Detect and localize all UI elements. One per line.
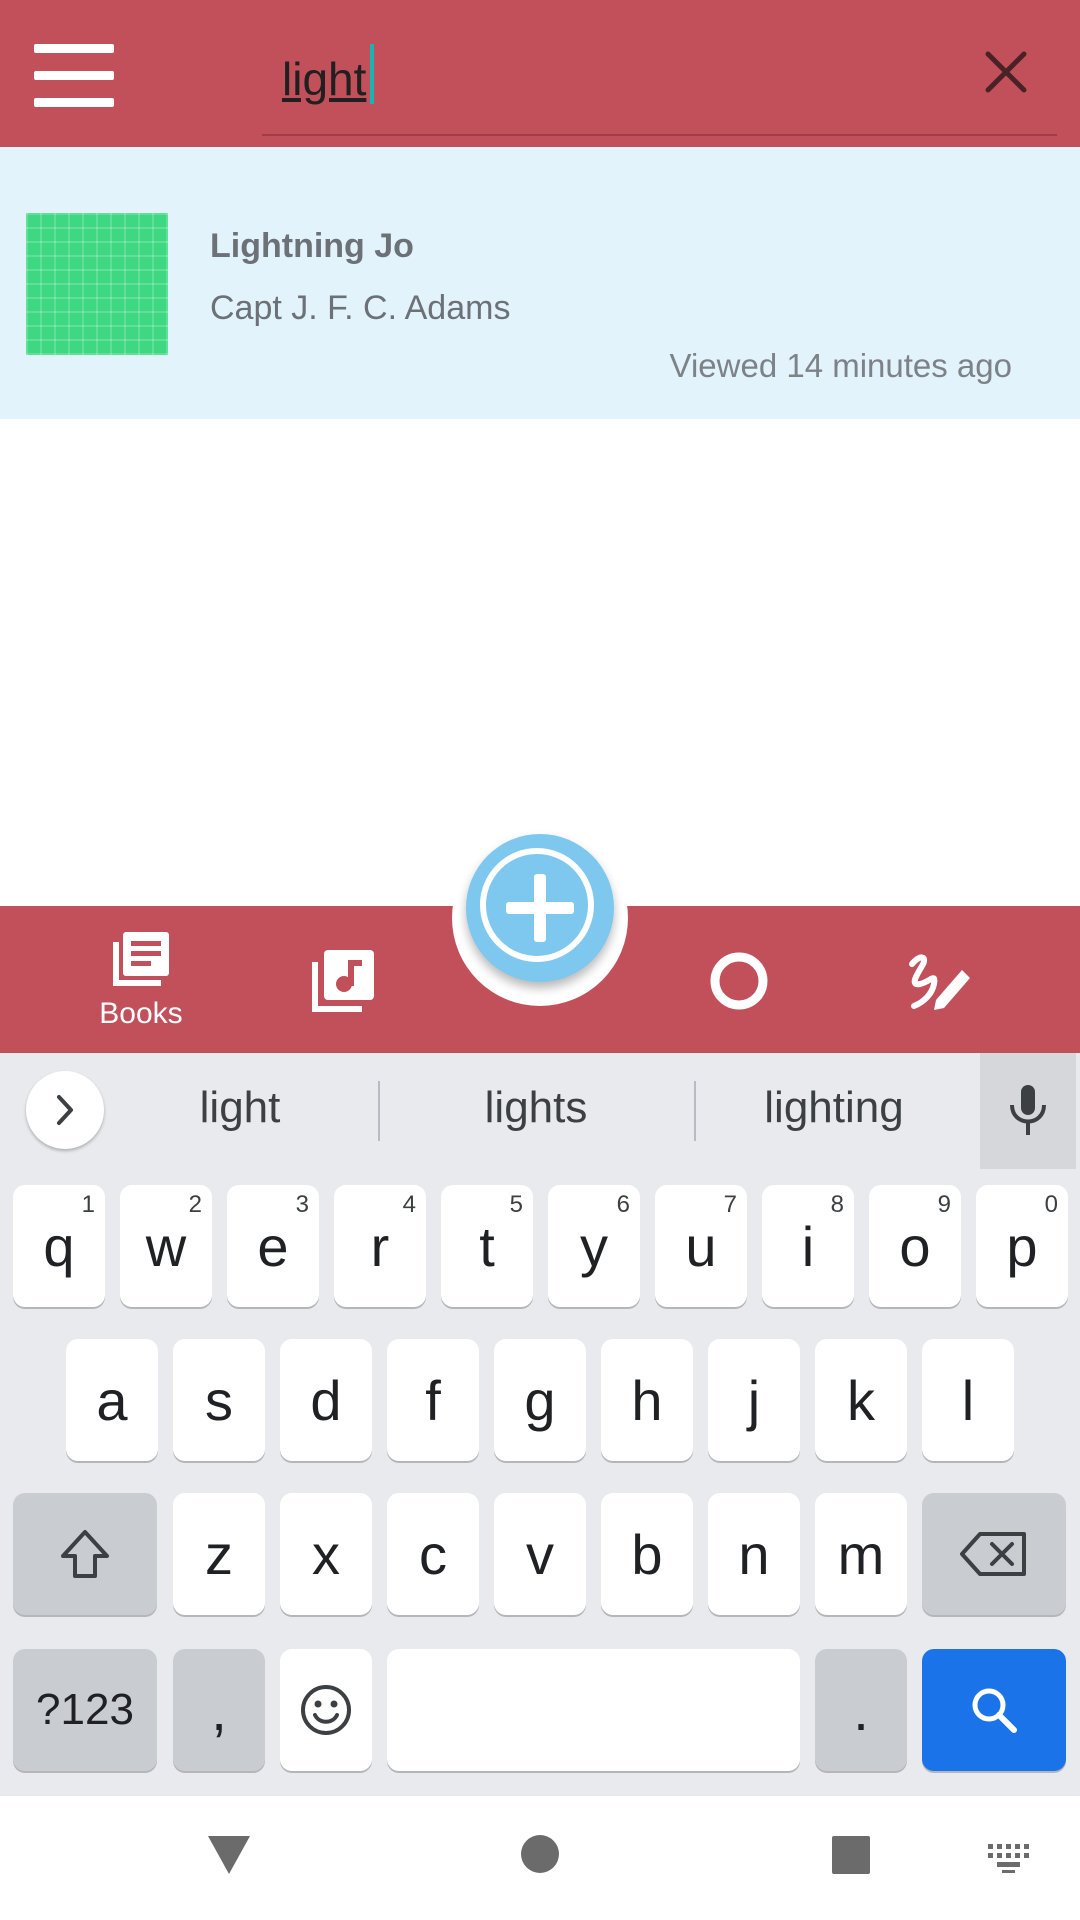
key-p[interactable]: p0 <box>976 1185 1068 1307</box>
key-c[interactable]: c <box>387 1493 479 1615</box>
key-z[interactable]: z <box>173 1493 265 1615</box>
key-x[interactable]: x <box>280 1493 372 1615</box>
microphone-icon <box>1010 1085 1046 1135</box>
key-h[interactable]: h <box>601 1339 693 1461</box>
key-k[interactable]: k <box>815 1339 907 1461</box>
key-m[interactable]: m <box>815 1493 907 1615</box>
key-n[interactable]: n <box>708 1493 800 1615</box>
top-app-bar <box>0 0 1080 147</box>
nav-books-label: Books <box>99 997 183 1030</box>
voice-input-button[interactable] <box>980 1053 1076 1169</box>
suggestion-strip: light lights lighting <box>0 1053 1080 1169</box>
symbols-key[interactable]: ?123 <box>13 1649 157 1771</box>
key-w[interactable]: w2 <box>120 1185 212 1307</box>
music-library-icon <box>312 950 374 1012</box>
search-action-key[interactable] <box>922 1649 1066 1771</box>
key-o[interactable]: o9 <box>869 1185 961 1307</box>
key-u[interactable]: u7 <box>655 1185 747 1307</box>
shift-icon <box>61 1530 109 1578</box>
result-viewed-time: Viewed 14 minutes ago <box>669 347 1012 384</box>
hamburger-menu-icon[interactable] <box>34 44 114 107</box>
suggestion-2[interactable]: lights <box>436 1083 636 1133</box>
period-key[interactable]: . <box>815 1649 907 1771</box>
key-j[interactable]: j <box>708 1339 800 1461</box>
key-t[interactable]: t5 <box>441 1185 533 1307</box>
chevron-right-icon <box>57 1095 73 1125</box>
search-input[interactable] <box>282 44 922 114</box>
add-fab-button[interactable] <box>466 834 614 982</box>
circle-icon <box>710 952 768 1010</box>
key-f[interactable]: f <box>387 1339 479 1461</box>
search-result-item[interactable]: Lightning Jo Capt J. F. C. Adams Viewed … <box>0 147 1080 419</box>
back-triangle-icon[interactable] <box>206 1834 252 1881</box>
backspace-icon <box>960 1532 1026 1576</box>
key-d[interactable]: d <box>280 1339 372 1461</box>
key-r[interactable]: r4 <box>334 1185 426 1307</box>
soft-keyboard: light lights lighting q1 w2 e3 r4 t5 y6 … <box>0 1053 1080 1796</box>
suggestion-divider <box>694 1081 696 1141</box>
home-circle-icon[interactable] <box>520 1834 560 1879</box>
key-y[interactable]: y6 <box>548 1185 640 1307</box>
comma-key[interactable]: , <box>173 1649 265 1771</box>
books-icon <box>113 932 169 986</box>
emoji-icon <box>301 1685 351 1735</box>
suggestion-3[interactable]: lighting <box>734 1083 934 1133</box>
suggestion-1[interactable]: light <box>140 1083 340 1133</box>
key-e[interactable]: e3 <box>227 1185 319 1307</box>
system-navigation-bar <box>0 1796 1080 1920</box>
space-key[interactable] <box>387 1649 800 1771</box>
shift-key[interactable] <box>13 1493 157 1615</box>
backspace-key[interactable] <box>922 1493 1066 1615</box>
key-b[interactable]: b <box>601 1493 693 1615</box>
recents-square-icon[interactable] <box>832 1836 870 1879</box>
expand-suggestions-button[interactable] <box>26 1071 104 1149</box>
search-icon <box>972 1688 1017 1733</box>
draw-icon <box>909 954 970 1010</box>
nav-music[interactable] <box>308 946 378 1016</box>
key-q[interactable]: q1 <box>13 1185 105 1307</box>
key-i[interactable]: i8 <box>762 1185 854 1307</box>
emoji-key[interactable] <box>280 1649 372 1771</box>
key-a[interactable]: a <box>66 1339 158 1461</box>
book-cover-thumbnail <box>26 213 168 355</box>
result-title: Lightning Jo <box>210 227 414 265</box>
close-icon[interactable] <box>980 46 1032 98</box>
result-author: Capt J. F. C. Adams <box>210 289 511 327</box>
nav-books[interactable]: Books <box>96 930 186 1031</box>
keyboard-switch-icon[interactable] <box>988 1844 1030 1879</box>
nav-draw[interactable] <box>906 950 972 1012</box>
search-field[interactable] <box>262 30 1057 136</box>
key-s[interactable]: s <box>173 1339 265 1461</box>
text-cursor <box>370 44 374 104</box>
key-g[interactable]: g <box>494 1339 586 1461</box>
suggestion-divider <box>378 1081 380 1141</box>
key-l[interactable]: l <box>922 1339 1014 1461</box>
nav-circle[interactable] <box>708 950 770 1012</box>
key-v[interactable]: v <box>494 1493 586 1615</box>
